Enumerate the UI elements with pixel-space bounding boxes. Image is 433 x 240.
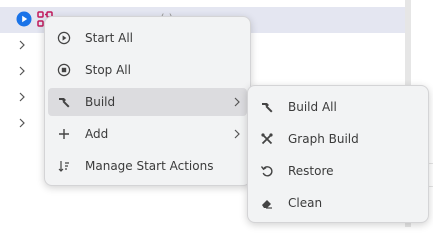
plus-icon <box>59 129 69 139</box>
chevron-right-icon[interactable] <box>17 66 27 76</box>
chevron-right-icon[interactable] <box>17 118 27 128</box>
hammer-icon <box>59 98 70 108</box>
build-submenu: Build All Graph Build Restore Clean <box>247 85 429 223</box>
menu-item-build[interactable]: Build <box>48 88 247 116</box>
menu-item-start-all[interactable]: Start All <box>48 24 247 52</box>
menu-item-label: Graph Build <box>288 132 359 146</box>
chevron-right-icon[interactable] <box>17 40 27 50</box>
context-menu: Start All Stop All Build Add Manage Star… <box>44 16 251 186</box>
eraser-icon <box>262 200 272 209</box>
restore-icon <box>260 166 273 177</box>
chevron-right-icon[interactable] <box>17 92 27 102</box>
menu-item-label: Restore <box>288 164 334 178</box>
hammer-icon <box>262 103 273 113</box>
menu-item-stop-all[interactable]: Stop All <box>48 56 247 84</box>
chevron-right-icon <box>234 129 240 139</box>
menu-item-label: Stop All <box>85 63 131 77</box>
menu-item-label: Build All <box>288 100 337 114</box>
play-circle-icon[interactable] <box>16 11 32 27</box>
menu-item-label: Start All <box>85 31 134 45</box>
sort-icon <box>58 161 69 172</box>
stop-circle-icon <box>57 63 71 77</box>
play-circle-icon <box>57 31 71 45</box>
menu-item-label: Add <box>85 127 109 141</box>
menu-item-label: Clean <box>288 196 323 210</box>
tools-icon <box>261 133 273 145</box>
submenu-item-build-all[interactable]: Build All <box>251 93 425 121</box>
menu-item-add[interactable]: Add <box>48 120 247 148</box>
submenu-item-clean[interactable]: Clean <box>251 189 425 217</box>
chevron-right-icon <box>234 97 240 107</box>
menu-item-label: Build <box>85 95 116 109</box>
menu-item-manage-start-actions[interactable]: Manage Start Actions <box>48 152 247 180</box>
submenu-item-graph-build[interactable]: Graph Build <box>251 125 425 153</box>
submenu-item-restore[interactable]: Restore <box>251 157 425 185</box>
menu-item-label: Manage Start Actions <box>85 159 214 173</box>
